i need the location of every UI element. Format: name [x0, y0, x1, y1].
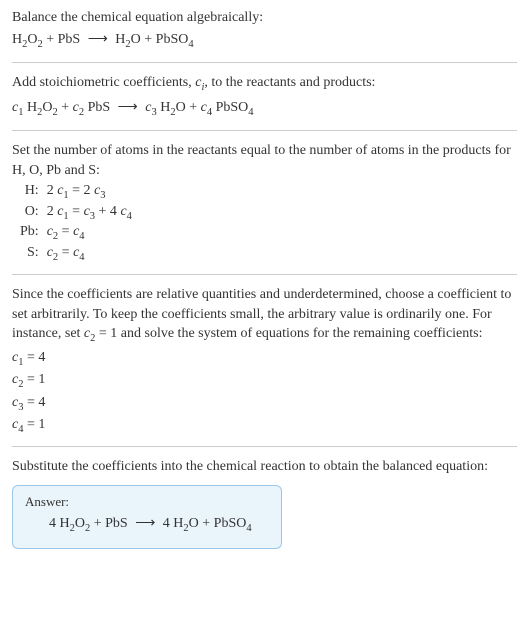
section-solve: Since the coefficients are relative quan… — [12, 285, 517, 436]
unbalanced-equation: H2O2 + PbS ⟶ H2O + PbSO4 — [12, 30, 517, 52]
balanced-equation: 4 H2O2 + PbS ⟶ 4 H2O + PbSO4 — [25, 514, 269, 536]
element-equation: 2 c1 = c3 + 4 c4 — [43, 203, 136, 223]
reaction-arrow: ⟶ — [88, 30, 108, 50]
substitute-intro: Substitute the coefficients into the che… — [12, 457, 517, 477]
atom-balance-table: H: 2 c1 = 2 c3 O: 2 c1 = c3 + 4 c4 Pb: c… — [16, 182, 136, 264]
element-label: Pb: — [16, 223, 43, 243]
coef-equation: c1 H2O2 + c2 PbS ⟶ c3 H2O + c4 PbSO4 — [12, 98, 517, 120]
element-label: S: — [16, 244, 43, 264]
coef-value: c1 = 4 — [12, 349, 517, 369]
reaction-arrow: ⟶ — [118, 98, 138, 118]
table-row: S: c2 = c4 — [16, 244, 136, 264]
reactant-pbs: + PbS — [43, 32, 84, 47]
table-row: Pb: c2 = c4 — [16, 223, 136, 243]
solve-intro: Since the coefficients are relative quan… — [12, 285, 517, 347]
product-h2o: H2 — [112, 32, 131, 47]
element-label: H: — [16, 182, 43, 202]
divider — [12, 446, 517, 447]
atom-balance-intro: Set the number of atoms in the reactants… — [12, 141, 517, 180]
section-problem: Balance the chemical equation algebraica… — [12, 8, 517, 52]
table-row: O: 2 c1 = c3 + 4 c4 — [16, 203, 136, 223]
element-label: O: — [16, 203, 43, 223]
divider — [12, 62, 517, 63]
element-equation: c2 = c4 — [43, 244, 136, 264]
coef-value: c4 = 1 — [12, 416, 517, 436]
coef-value: c2 = 1 — [12, 371, 517, 391]
product-pbso4: O + PbSO4 — [131, 32, 194, 47]
reaction-arrow: ⟶ — [135, 514, 155, 534]
problem-title: Balance the chemical equation algebraica… — [12, 8, 517, 28]
section-stoichiometric: Add stoichiometric coefficients, ci, to … — [12, 73, 517, 120]
section-atom-balance: Set the number of atoms in the reactants… — [12, 141, 517, 264]
element-equation: 2 c1 = 2 c3 — [43, 182, 136, 202]
element-equation: c2 = c4 — [43, 223, 136, 243]
table-row: H: 2 c1 = 2 c3 — [16, 182, 136, 202]
answer-box: Answer: 4 H2O2 + PbS ⟶ 4 H2O + PbSO4 — [12, 485, 282, 549]
coefficient-list: c1 = 4 c2 = 1 c3 = 4 c4 = 1 — [12, 349, 517, 437]
stoich-title: Add stoichiometric coefficients, ci, to … — [12, 73, 517, 95]
divider — [12, 130, 517, 131]
section-substitute: Substitute the coefficients into the che… — [12, 457, 517, 477]
coef-value: c3 = 4 — [12, 394, 517, 414]
answer-label: Answer: — [25, 494, 269, 510]
reactant-h2o2: H2O2 — [12, 32, 43, 47]
divider — [12, 274, 517, 275]
